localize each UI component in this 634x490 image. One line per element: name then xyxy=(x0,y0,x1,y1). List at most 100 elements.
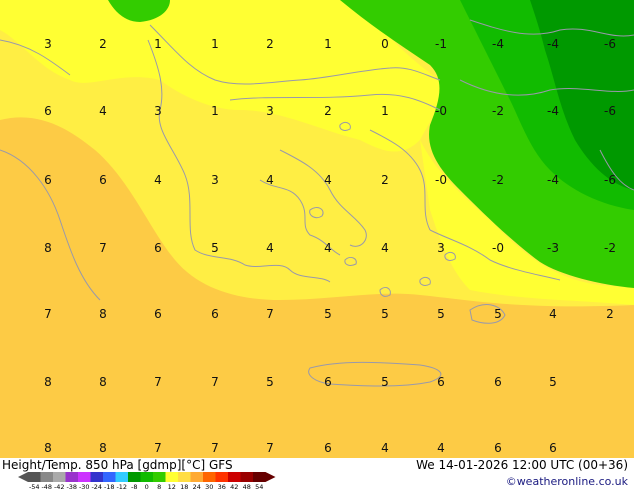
temperature-value: 5 xyxy=(211,241,219,255)
temperature-value: 7 xyxy=(266,441,274,455)
temperature-value: 0 xyxy=(381,37,389,51)
temperature-value: 6 xyxy=(437,375,445,389)
credit-link[interactable]: ©weatheronline.co.uk xyxy=(506,475,628,488)
temperature-value: 2 xyxy=(266,37,274,51)
scale-arrow-right xyxy=(265,472,276,482)
temperature-value: 5 xyxy=(549,375,557,389)
scale-swatch xyxy=(228,472,241,482)
temperature-value: 5 xyxy=(381,375,389,389)
temperature-value: 6 xyxy=(154,241,162,255)
temperature-value: 6 xyxy=(44,173,52,187)
scale-swatch xyxy=(115,472,128,482)
temperature-value: 3 xyxy=(154,104,162,118)
scale-label: -8 xyxy=(131,483,137,490)
scale-label: 8 xyxy=(157,483,161,490)
temperature-value: 4 xyxy=(549,307,557,321)
temperature-value: 4 xyxy=(324,173,332,187)
temperature-value: 4 xyxy=(266,241,274,255)
temperature-value: 7 xyxy=(99,241,107,255)
scale-label: -48 xyxy=(41,483,52,490)
temperature-value: 6 xyxy=(494,441,502,455)
scale-swatch xyxy=(178,472,191,482)
temperature-value: -1 xyxy=(435,37,447,51)
temperature-value: 7 xyxy=(154,375,162,389)
scale-label: -18 xyxy=(104,483,115,490)
temperature-value: -2 xyxy=(492,173,504,187)
scale-label: 0 xyxy=(145,483,149,490)
temperature-value: 3 xyxy=(44,37,52,51)
scale-label: 54 xyxy=(255,483,263,490)
scale-swatch xyxy=(28,472,41,482)
scale-swatch xyxy=(190,472,203,482)
temperature-value: -4 xyxy=(547,104,559,118)
scale-swatch xyxy=(215,472,228,482)
scale-arrow-left xyxy=(18,472,28,482)
temperature-value: 5 xyxy=(437,307,445,321)
scale-swatch xyxy=(153,472,166,482)
temperature-value: 4 xyxy=(381,241,389,255)
temperature-value: 2 xyxy=(381,173,389,187)
scale-label: 36 xyxy=(218,483,226,490)
temperature-value: 5 xyxy=(324,307,332,321)
scale-label: 30 xyxy=(205,483,213,490)
temperature-value: 1 xyxy=(381,104,389,118)
scale-swatch xyxy=(40,472,53,482)
temperature-value: -0 xyxy=(435,173,447,187)
scale-swatch xyxy=(65,472,78,482)
temperature-value: -4 xyxy=(492,37,504,51)
scale-label: 12 xyxy=(168,483,176,490)
temperature-value: 4 xyxy=(381,441,389,455)
scale-swatch xyxy=(90,472,103,482)
scale-swatch xyxy=(240,472,253,482)
scale-swatch xyxy=(253,472,266,482)
scale-label: -54 xyxy=(29,483,40,490)
temperature-value: 4 xyxy=(266,173,274,187)
temperature-value: 8 xyxy=(99,441,107,455)
scale-swatch xyxy=(103,472,116,482)
temperature-value: -4 xyxy=(547,173,559,187)
scale-label: 48 xyxy=(243,483,251,490)
temperature-value: 2 xyxy=(606,307,614,321)
scale-label: 42 xyxy=(230,483,238,490)
scale-swatch xyxy=(165,472,178,482)
temperature-value: 2 xyxy=(99,37,107,51)
scale-label: -38 xyxy=(66,483,77,490)
temperature-value: -4 xyxy=(547,37,559,51)
temperature-map: 3 2 1 1 2 1 0 -1 -4 -4 -6 6 4 3 1 3 2 1 -0 -2 -4 -6 6 6 4 3 4 4 2 -0 -… xyxy=(0,0,634,458)
temperature-value: 7 xyxy=(211,375,219,389)
temperature-value: 4 xyxy=(154,173,162,187)
scale-label: -42 xyxy=(54,483,65,490)
scale-swatch xyxy=(53,472,66,482)
temperature-value: 7 xyxy=(44,307,52,321)
temperature-value: 8 xyxy=(44,375,52,389)
color-scale: -54 -48 -42 -38 -30 -24 -18 -12 -8 0 8 12 18 24 30 36 42… xyxy=(18,472,276,490)
temperature-value: 7 xyxy=(211,441,219,455)
temperature-value: 8 xyxy=(99,375,107,389)
temperature-value: -0 xyxy=(492,241,504,255)
scale-label: -30 xyxy=(79,483,90,490)
temperature-value: 6 xyxy=(154,307,162,321)
scale-swatch xyxy=(78,472,91,482)
temperature-value: -0 xyxy=(435,104,447,118)
scale-swatch xyxy=(140,472,153,482)
temperature-value: 4 xyxy=(324,241,332,255)
temperature-value: 7 xyxy=(154,441,162,455)
temperature-value: 6 xyxy=(211,307,219,321)
temperature-value: 1 xyxy=(211,104,219,118)
scale-label: 18 xyxy=(180,483,188,490)
temperature-value: -2 xyxy=(604,241,616,255)
temperature-value: 5 xyxy=(381,307,389,321)
temperature-value: 1 xyxy=(324,37,332,51)
temperature-value: 1 xyxy=(154,37,162,51)
scale-label: 24 xyxy=(193,483,201,490)
temperature-value: 4 xyxy=(437,441,445,455)
temperature-value: -6 xyxy=(604,173,616,187)
forecast-datetime: We 14-01-2026 12:00 UTC (00+36) xyxy=(416,458,628,472)
temperature-value: 6 xyxy=(324,441,332,455)
temperature-value: 6 xyxy=(549,441,557,455)
weather-map-panel: 3 2 1 1 2 1 0 -1 -4 -4 -6 6 4 3 1 3 2 1 -0 -2 -4 -6 6 6 4 3 4 4 2 -0-… xyxy=(0,0,634,490)
temperature-value: 6 xyxy=(494,375,502,389)
temperature-value: -6 xyxy=(604,104,616,118)
temperature-value: -3 xyxy=(547,241,559,255)
scale-swatch xyxy=(203,472,216,482)
